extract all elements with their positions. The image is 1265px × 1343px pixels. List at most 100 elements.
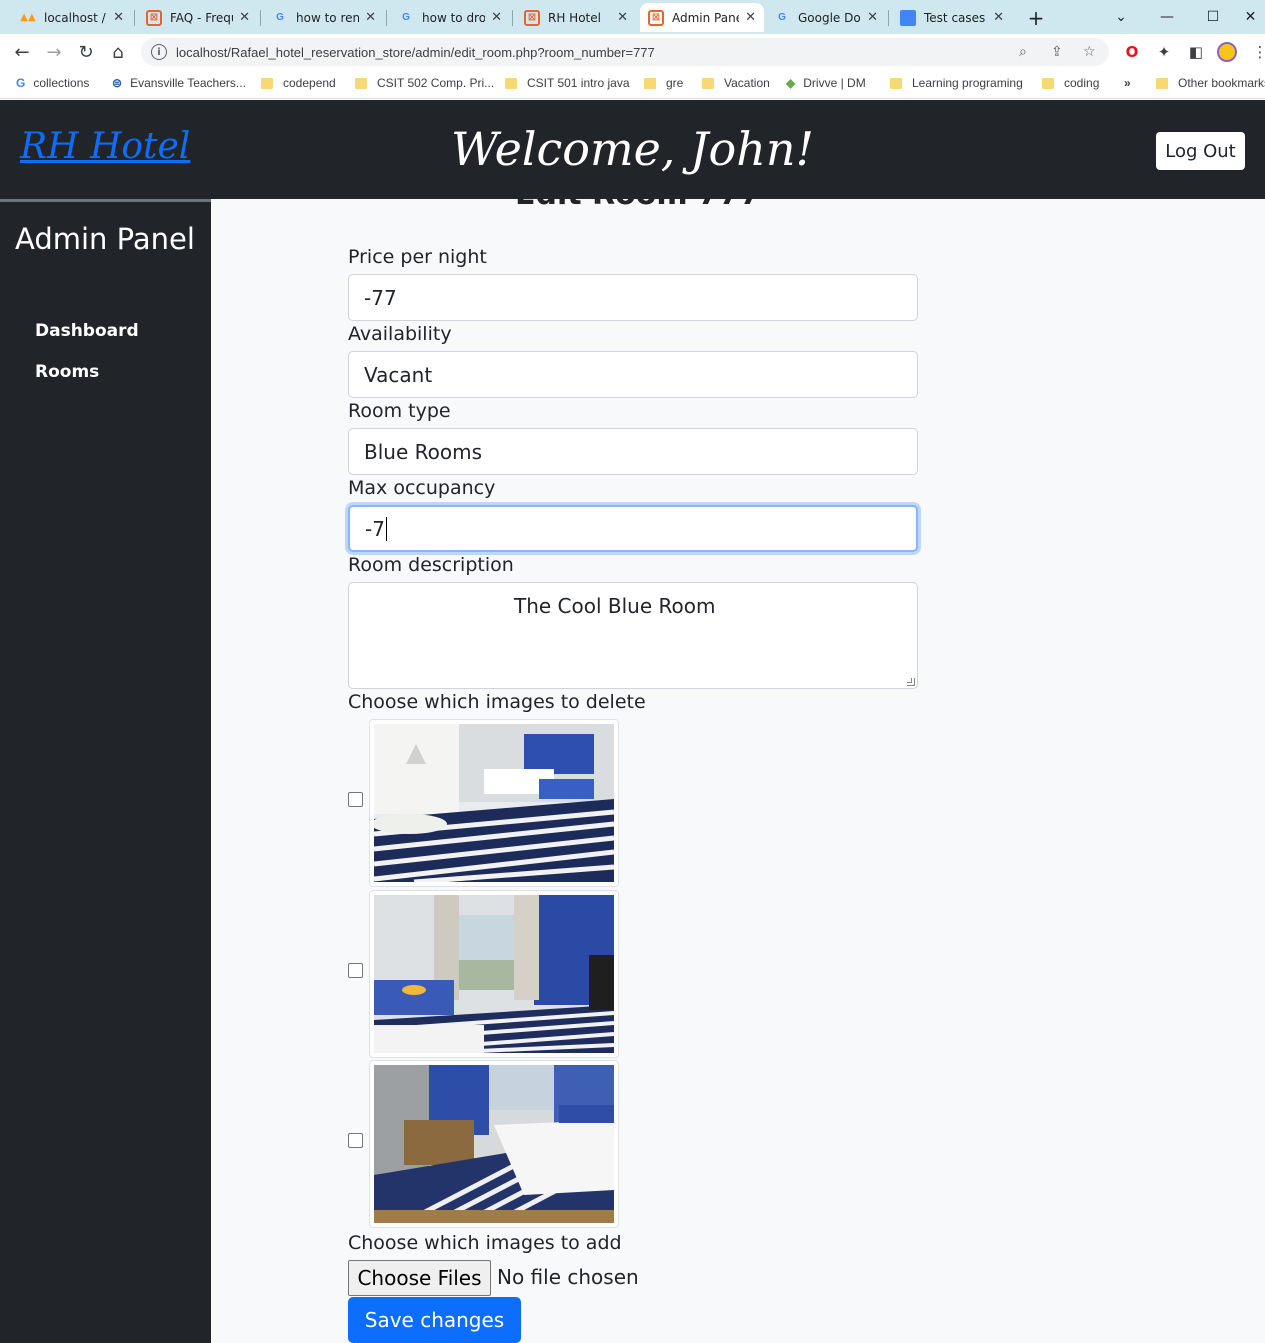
room-image-thumbnail bbox=[369, 890, 619, 1058]
availability-input[interactable]: Vacant bbox=[348, 351, 918, 398]
text-caret bbox=[385, 516, 387, 541]
site-header: RH Hotel Welcome, John! Log Out bbox=[0, 100, 1265, 199]
drivve-icon: ◆ bbox=[786, 76, 796, 90]
google-icon: G bbox=[402, 12, 410, 23]
folder-icon bbox=[644, 77, 656, 89]
price-label: Price per night bbox=[348, 246, 487, 268]
opera-icon[interactable]: O bbox=[1122, 42, 1142, 62]
bookmark-item[interactable]: Learning programing bbox=[890, 76, 1023, 90]
room-image-thumbnail bbox=[369, 1060, 619, 1228]
google-icon: G bbox=[778, 12, 786, 23]
browser-tab[interactable]: Test cases - ✕ bbox=[892, 3, 1012, 32]
close-icon[interactable]: ✕ bbox=[745, 10, 756, 25]
side-panel-icon[interactable]: ◧ bbox=[1186, 42, 1206, 62]
bank-icon: ⊜ bbox=[112, 76, 123, 90]
extensions-puzzle-icon[interactable]: ✦ bbox=[1154, 42, 1174, 62]
choose-files-button[interactable]: Choose Files bbox=[348, 1260, 491, 1296]
minimize-button[interactable]: — bbox=[1144, 0, 1190, 34]
room-type-input[interactable]: Blue Rooms bbox=[348, 428, 918, 475]
browser-tab-active[interactable]: ⊠ Admin Pane ✕ bbox=[640, 3, 764, 32]
browser-tab[interactable]: G how to rena ✕ bbox=[264, 3, 384, 32]
xampp-icon: ⊠ bbox=[648, 9, 664, 26]
description-textarea[interactable]: The Cool Blue Room bbox=[348, 582, 918, 689]
tab-search-chevron-icon[interactable]: ⌄ bbox=[1098, 0, 1144, 34]
max-occupancy-label: Max occupancy bbox=[348, 477, 496, 499]
close-icon[interactable]: ✕ bbox=[993, 10, 1004, 25]
delete-image-checkbox[interactable] bbox=[348, 1133, 363, 1148]
bookmark-item[interactable]: CSIT 502 Comp. Pri... bbox=[355, 76, 494, 90]
delete-image-checkbox[interactable] bbox=[348, 792, 363, 807]
xampp-icon: ⊠ bbox=[524, 9, 540, 26]
save-changes-button[interactable]: Save changes bbox=[348, 1297, 521, 1343]
browser-tab[interactable]: G how to drop ✕ bbox=[390, 3, 510, 32]
folder-icon bbox=[355, 77, 367, 89]
folder-icon bbox=[261, 77, 273, 89]
maximize-button[interactable]: ☐ bbox=[1190, 0, 1236, 34]
close-icon[interactable]: ✕ bbox=[113, 10, 124, 25]
main-content: Edit Room 777 Price per night -77 Availa… bbox=[211, 177, 1265, 1343]
close-icon[interactable]: ✕ bbox=[491, 10, 502, 25]
resize-handle-icon[interactable] bbox=[907, 678, 915, 686]
browser-tab[interactable]: ▲▲ localhost / ✕ bbox=[12, 3, 132, 32]
bookmark-item[interactable]: ◆ Drivve | DM bbox=[786, 76, 866, 90]
image-row bbox=[348, 1060, 628, 1228]
close-icon[interactable]: ✕ bbox=[867, 10, 878, 25]
bookmark-item[interactable]: coding bbox=[1042, 76, 1099, 90]
browser-tab[interactable]: ⊠ RH Hotel ✕ bbox=[516, 3, 636, 32]
browser-tab[interactable]: ⊠ FAQ - Frequ ✕ bbox=[138, 3, 258, 32]
welcome-heading: Welcome, John! bbox=[451, 122, 814, 176]
bookmark-item[interactable]: codepend bbox=[261, 76, 336, 90]
admin-sidebar: Admin Panel Dashboard Rooms bbox=[0, 199, 211, 1343]
image-row bbox=[348, 890, 628, 1058]
room-type-label: Room type bbox=[348, 400, 451, 422]
browser-toolbar: ← → ↻ ⌂ i localhost/Rafael_hotel_reserva… bbox=[0, 34, 1265, 70]
bookmark-item[interactable]: CSIT 501 intro java bbox=[505, 76, 630, 90]
logout-button[interactable]: Log Out bbox=[1156, 132, 1245, 170]
folder-icon bbox=[1042, 77, 1054, 89]
bookmark-item[interactable]: G collections bbox=[16, 76, 89, 90]
home-icon[interactable]: ⌂ bbox=[106, 40, 130, 64]
menu-kebab-icon[interactable]: ⋮ bbox=[1250, 42, 1265, 62]
profile-avatar-icon[interactable] bbox=[1217, 42, 1237, 62]
browser-tab-strip: ▲▲ localhost / ✕ ⊠ FAQ - Frequ ✕ G how t… bbox=[0, 0, 1265, 34]
back-arrow-icon[interactable]: ← bbox=[10, 40, 34, 64]
availability-label: Availability bbox=[348, 323, 452, 345]
folder-icon bbox=[505, 77, 517, 89]
browser-tab[interactable]: G Google Doc ✕ bbox=[766, 3, 886, 32]
bookmarks-overflow-icon[interactable]: » bbox=[1124, 76, 1131, 90]
close-icon[interactable]: ✕ bbox=[365, 10, 376, 25]
close-window-button[interactable]: ✕ bbox=[1236, 0, 1265, 34]
phpmyadmin-icon: ▲▲ bbox=[20, 12, 36, 23]
folder-icon bbox=[1156, 77, 1168, 89]
other-bookmarks[interactable]: Other bookmarks bbox=[1156, 76, 1265, 90]
sidebar-item-dashboard[interactable]: Dashboard bbox=[35, 321, 139, 341]
folder-icon bbox=[890, 77, 902, 89]
page: Edit Room 777 Price per night -77 Availa… bbox=[0, 100, 1265, 1343]
site-info-icon[interactable]: i bbox=[151, 44, 167, 60]
bookmark-item[interactable]: ⊜ Evansville Teachers... bbox=[112, 76, 246, 90]
file-status-text: No file chosen bbox=[497, 1265, 639, 1289]
google-icon: G bbox=[276, 12, 284, 23]
reload-icon[interactable]: ↻ bbox=[74, 40, 98, 64]
image-row bbox=[348, 719, 628, 887]
delete-image-checkbox[interactable] bbox=[348, 963, 363, 978]
bookmark-item[interactable]: gre bbox=[644, 76, 683, 90]
close-icon[interactable]: ✕ bbox=[617, 10, 628, 25]
share-icon[interactable]: ⇪ bbox=[1051, 44, 1063, 60]
address-bar[interactable]: i localhost/Rafael_hotel_reservation_sto… bbox=[141, 38, 1109, 66]
max-occupancy-input[interactable]: -7 bbox=[348, 505, 918, 552]
sidebar-title: Admin Panel bbox=[15, 222, 195, 256]
new-tab-button[interactable]: + bbox=[1025, 6, 1047, 30]
price-input[interactable]: -77 bbox=[348, 274, 918, 321]
zoom-icon[interactable]: ⌕ bbox=[1019, 44, 1027, 60]
description-label: Room description bbox=[348, 554, 514, 576]
folder-icon bbox=[702, 77, 714, 89]
bookmark-star-icon[interactable]: ☆ bbox=[1083, 44, 1096, 60]
sidebar-item-rooms[interactable]: Rooms bbox=[35, 362, 99, 382]
close-icon[interactable]: ✕ bbox=[239, 10, 250, 25]
forward-arrow-icon[interactable]: → bbox=[42, 40, 66, 64]
room-image-thumbnail bbox=[369, 719, 619, 887]
delete-images-label: Choose which images to delete bbox=[348, 691, 646, 713]
bookmark-item[interactable]: Vacation bbox=[702, 76, 770, 90]
add-images-label: Choose which images to add bbox=[348, 1232, 622, 1254]
